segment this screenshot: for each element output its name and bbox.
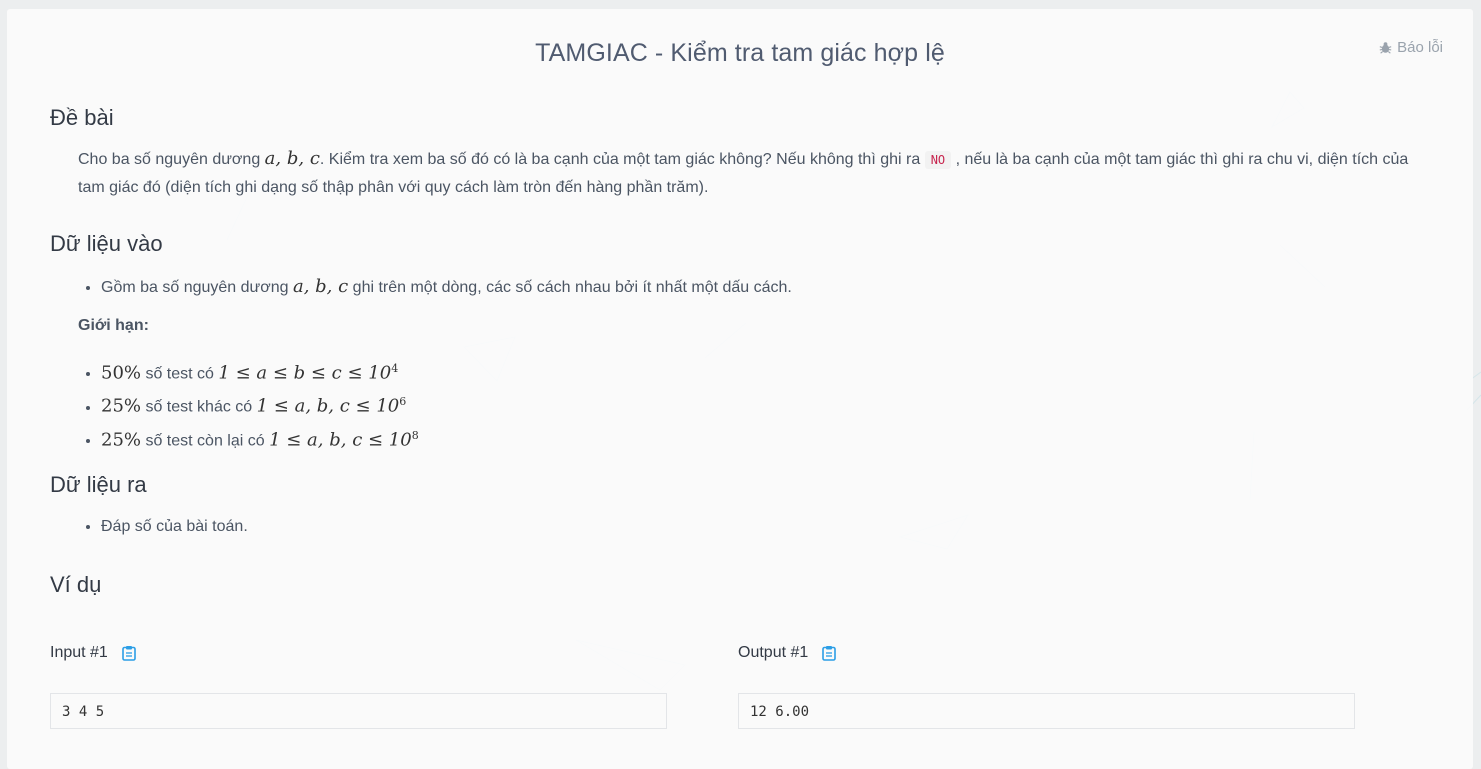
sample-input-label: Input #1 xyxy=(50,644,108,662)
list-item: 25% số test còn lại có 1 ≤ a, b, c ≤ 108 xyxy=(101,422,419,455)
list-item: Đáp số của bài toán. xyxy=(101,513,248,541)
input-heading: Dữ liệu vào xyxy=(50,231,163,257)
limits-label: Giới hạn: xyxy=(78,317,149,335)
limits-list: 50% số test có 1 ≤ a ≤ b ≤ c ≤ 104 25% s… xyxy=(79,355,419,455)
limit-pct: 50% xyxy=(101,362,141,383)
examples-heading: Ví dụ xyxy=(50,572,101,598)
limit-exp: 8 xyxy=(412,429,419,442)
report-bug-label: Báo lỗi xyxy=(1397,39,1443,56)
sample-output-label: Output #1 xyxy=(738,644,808,662)
limit-expr: 1 ≤ a ≤ b ≤ c ≤ 10 xyxy=(218,362,391,383)
statement-heading: Đề bài xyxy=(50,105,114,131)
list-item: Gồm ba số nguyên dương a, b, c ghi trên … xyxy=(101,273,792,302)
limit-pct: 25% xyxy=(101,429,141,450)
list-item: 50% số test có 1 ≤ a ≤ b ≤ c ≤ 104 xyxy=(101,355,419,388)
input-item-part2: ghi trên một dòng, các số cách nhau bởi … xyxy=(348,279,792,296)
limit-exp: 4 xyxy=(391,362,398,375)
limit-expr: 1 ≤ a, b, c ≤ 10 xyxy=(269,429,412,450)
input-vars: a, b, c xyxy=(293,276,348,297)
page-title: TAMGIAC - Kiểm tra tam giác hợp lệ xyxy=(7,39,1473,68)
input-item-part1: Gồm ba số nguyên dương xyxy=(101,279,293,296)
statement-text-part1: Cho ba số nguyên dương xyxy=(78,151,265,168)
limit-text: số test có xyxy=(141,365,218,382)
no-code: NO xyxy=(925,151,951,169)
list-item: 25% số test khác có 1 ≤ a, b, c ≤ 106 xyxy=(101,388,419,421)
sample-output-box[interactable]: 12 6.00 xyxy=(738,693,1355,729)
sample-input-box[interactable]: 3 4 5 xyxy=(50,693,667,729)
output-heading: Dữ liệu ra xyxy=(50,472,147,498)
limit-text: số test còn lại có xyxy=(141,432,269,449)
bug-icon xyxy=(1379,41,1392,54)
statement-text: Cho ba số nguyên dương a, b, c. Kiểm tra… xyxy=(78,145,1418,202)
limit-exp: 6 xyxy=(399,395,406,408)
problem-card: TAMGIAC - Kiểm tra tam giác hợp lệ Báo l… xyxy=(7,9,1473,769)
statement-text-part2: . Kiểm tra xem ba số đó có là ba cạnh củ… xyxy=(320,151,925,168)
sample-output-label-row: Output #1 xyxy=(738,644,836,662)
clipboard-icon[interactable] xyxy=(822,645,836,661)
input-description-list: Gồm ba số nguyên dương a, b, c ghi trên … xyxy=(79,273,792,302)
report-bug-button[interactable]: Báo lỗi xyxy=(1379,39,1443,56)
clipboard-icon[interactable] xyxy=(122,645,136,661)
statement-vars: a, b, c xyxy=(265,148,320,169)
limit-text: số test khác có xyxy=(141,399,257,416)
output-description-list: Đáp số của bài toán. xyxy=(79,513,248,541)
limit-expr: 1 ≤ a, b, c ≤ 10 xyxy=(257,396,400,417)
limit-pct: 25% xyxy=(101,396,141,417)
sample-input-label-row: Input #1 xyxy=(50,644,136,662)
